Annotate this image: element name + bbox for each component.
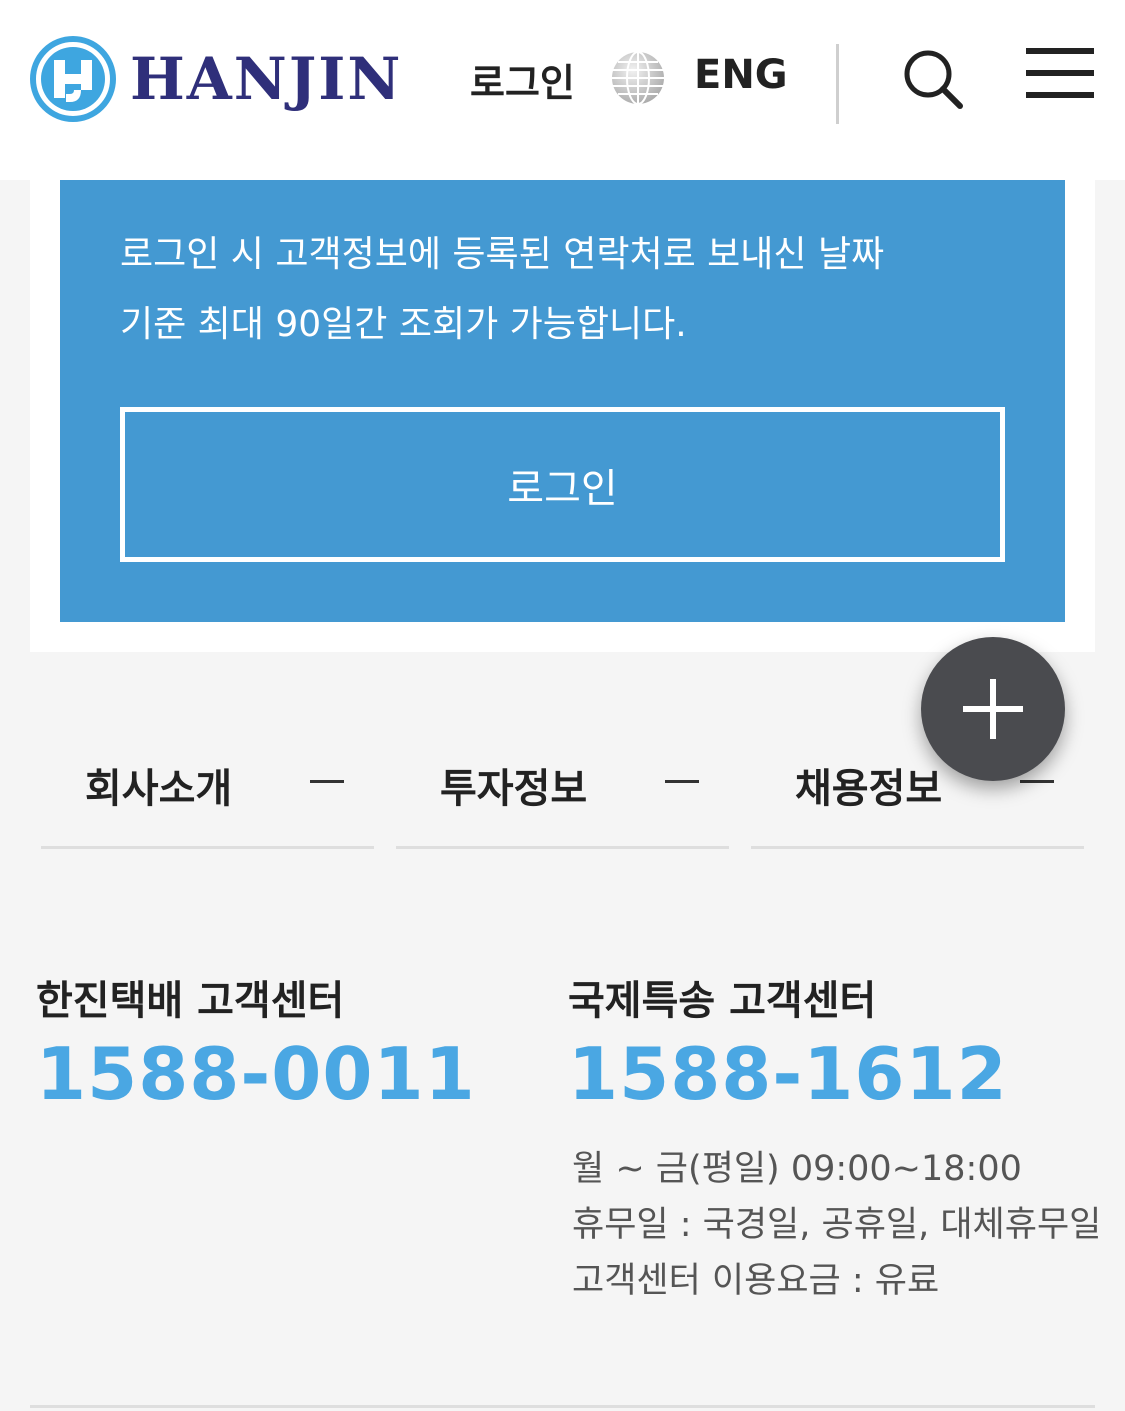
footer-nav-company[interactable]: 회사소개 bbox=[41, 712, 374, 849]
hours-closed: 휴무일 : 국경일, 공휴일, 대체휴무일 bbox=[572, 1205, 1102, 1245]
international-center-phone[interactable]: 1588-1612 bbox=[568, 1032, 1008, 1116]
hanjin-logo-mark-icon bbox=[30, 36, 116, 122]
customer-center-hours: 월 ~ 금(평일) 09:00~18:00 휴무일 : 국경일, 공휴일, 대체… bbox=[572, 1146, 1102, 1314]
logo-wordmark: HANJIN bbox=[130, 45, 403, 113]
hours-fee: 고객센터 이용요금 : 유료 bbox=[572, 1261, 940, 1301]
login-info-line1: 로그인 시 고객정보에 등록된 연락처로 보내신 날짜 bbox=[120, 234, 885, 275]
footer-nav-investment[interactable]: 투자정보 bbox=[396, 712, 729, 849]
domestic-customer-center: 한진택배 고객센터 1588-0011 bbox=[36, 968, 476, 1116]
domestic-center-title: 한진택배 고객센터 bbox=[36, 978, 345, 1024]
footer-divider bbox=[30, 1405, 1095, 1408]
login-info-panel: 로그인 시 고객정보에 등록된 연락처로 보내신 날짜 기준 최대 90일간 조… bbox=[60, 180, 1065, 622]
search-button[interactable] bbox=[898, 44, 968, 114]
plus-icon bbox=[990, 679, 996, 739]
footer-nav-label: 회사소개 bbox=[85, 766, 233, 812]
dash-icon bbox=[1020, 780, 1054, 783]
login-panel-wrapper: 로그인 시 고객정보에 등록된 연락처로 보내신 날짜 기준 최대 90일간 조… bbox=[30, 180, 1095, 652]
footer-nav-label: 채용정보 bbox=[795, 766, 943, 812]
menu-button[interactable] bbox=[1026, 48, 1096, 104]
dash-icon bbox=[665, 780, 699, 783]
international-center-title: 국제특송 고객센터 bbox=[568, 978, 877, 1024]
dash-icon bbox=[310, 780, 344, 783]
login-button[interactable]: 로그인 bbox=[120, 407, 1005, 562]
header-divider bbox=[836, 44, 839, 124]
login-info-line2: 기준 최대 90일간 조회가 가능합니다. bbox=[120, 304, 687, 345]
search-icon bbox=[904, 50, 963, 109]
language-switch-eng[interactable]: ENG bbox=[694, 52, 788, 98]
login-info-text: 로그인 시 고객정보에 등록된 연락처로 보내신 날짜 기준 최대 90일간 조… bbox=[120, 220, 1000, 360]
hanjin-logo[interactable]: HANJIN bbox=[30, 36, 402, 122]
international-customer-center: 국제특송 고객센터 1588-1612 bbox=[568, 968, 1008, 1116]
menu-icon bbox=[1026, 92, 1094, 98]
hours-weekday: 월 ~ 금(평일) 09:00~18:00 bbox=[572, 1149, 1022, 1189]
site-header: HANJIN 로그인 ENG bbox=[0, 0, 1125, 180]
header-login-link[interactable]: 로그인 bbox=[470, 52, 575, 107]
floating-plus-button[interactable] bbox=[921, 637, 1065, 781]
footer-nav-label: 투자정보 bbox=[440, 766, 588, 812]
menu-icon bbox=[1026, 48, 1094, 54]
menu-icon bbox=[1026, 70, 1094, 76]
globe-icon bbox=[612, 51, 664, 105]
domestic-center-phone[interactable]: 1588-0011 bbox=[36, 1032, 476, 1116]
